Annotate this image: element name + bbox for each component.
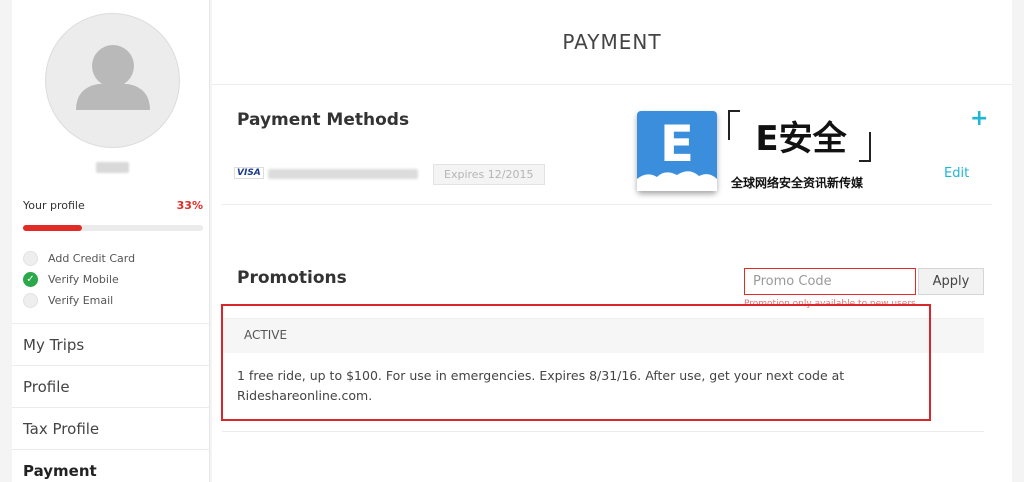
- page-title: PAYMENT: [562, 30, 662, 54]
- checkmark-icon: ✓: [23, 272, 38, 287]
- sidebar: Your profile 33% Add Credit Card ✓ Verif…: [12, 0, 210, 482]
- main-content: PAYMENT Payment Methods + VISA Expires 1…: [212, 0, 1012, 482]
- checklist-label: Verify Mobile: [48, 273, 119, 286]
- checklist-label: Add Credit Card: [48, 252, 136, 265]
- profile-percent: 33%: [176, 199, 203, 212]
- sidebar-item-payment[interactable]: Payment: [12, 449, 210, 482]
- avatar[interactable]: [45, 13, 180, 148]
- user-silhouette-icon: [76, 45, 150, 110]
- sidebar-item-tax-profile[interactable]: Tax Profile: [12, 407, 210, 449]
- logo-tile: E: [637, 111, 717, 191]
- sidebar-item-my-trips[interactable]: My Trips: [12, 323, 210, 365]
- visa-icon: VISA: [234, 167, 264, 179]
- card-number-redacted: [268, 169, 418, 179]
- profile-checklist: Add Credit Card ✓ Verify Mobile Verify E…: [23, 248, 208, 311]
- cloud-icon: [637, 171, 717, 191]
- logo-tagline: 全球网络安全资讯新传媒: [731, 176, 864, 190]
- promo-note: Promotion only available to new users: [744, 299, 916, 309]
- add-payment-method-icon[interactable]: +: [970, 106, 988, 131]
- logo-brand: E安全: [755, 119, 847, 159]
- card-expiry-badge: Expires 12/2015: [433, 164, 545, 185]
- user-name-redacted: [96, 162, 129, 173]
- checklist-item-add-credit-card[interactable]: Add Credit Card: [23, 248, 208, 269]
- checklist-item-verify-mobile[interactable]: ✓ Verify Mobile: [23, 269, 208, 290]
- logo-letter: E: [659, 115, 695, 173]
- checklist-label: Verify Email: [48, 294, 114, 307]
- unchecked-icon: [23, 293, 38, 308]
- edit-card-link[interactable]: Edit: [944, 166, 969, 181]
- profile-progress-bar: [23, 225, 203, 231]
- divider: [212, 84, 1012, 85]
- checklist-item-verify-email[interactable]: Verify Email: [23, 290, 208, 311]
- sidebar-nav: My Trips Profile Tax Profile Payment: [12, 323, 210, 482]
- unchecked-icon: [23, 251, 38, 266]
- promo-code-input[interactable]: [744, 268, 916, 295]
- profile-progress-fill: [23, 225, 83, 231]
- active-promotions-header: ACTIVE: [222, 318, 984, 353]
- apply-button[interactable]: Apply: [918, 268, 984, 295]
- profile-completion: Your profile 33%: [23, 199, 203, 215]
- payment-methods-title: Payment Methods: [237, 110, 410, 130]
- profile-label: Your profile: [23, 199, 85, 212]
- sidebar-item-profile[interactable]: Profile: [12, 365, 210, 407]
- promotion-description: 1 free ride, up to $100. For use in emer…: [237, 368, 845, 403]
- watermark-logo: E E安全 全球网络安全资讯新传媒: [633, 108, 883, 200]
- promotions-title: Promotions: [237, 268, 347, 288]
- divider: [222, 204, 992, 205]
- divider: [222, 431, 984, 432]
